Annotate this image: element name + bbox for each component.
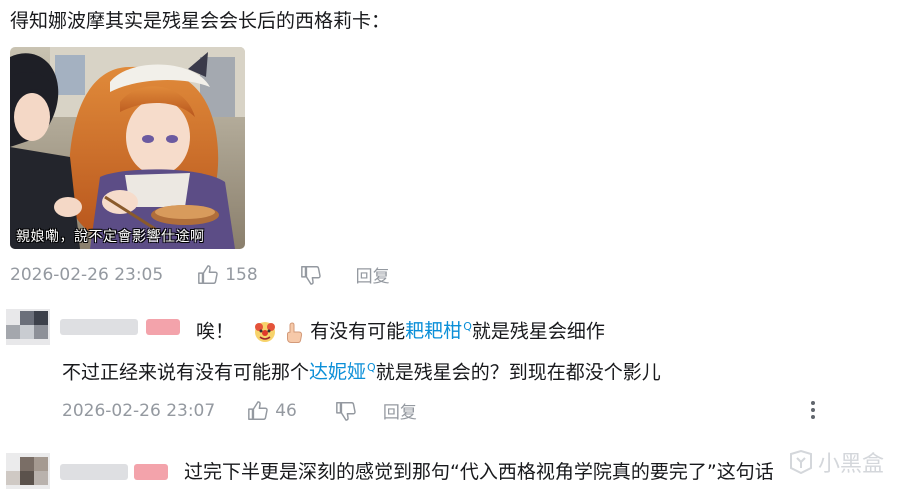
heybox-logo-icon [790,450,812,474]
comment-line-2: 不过正经来说有没有可能那个达妮娅Q就是残星会的？到现在都没个影儿 [62,355,661,385]
post-meta-row: 2026-02-26 23:05 158 回复 [10,262,390,288]
user-badge-blurred [146,319,180,335]
dislike-button[interactable] [300,264,328,286]
search-icon: Q [463,320,472,333]
pointing-up-icon [287,322,303,343]
comment-text-part: 有没有可能 [310,320,406,343]
topic-link-babagan[interactable]: 耙耙柑Q [405,320,472,342]
avatar[interactable] [6,309,50,345]
thumbs-up-icon [198,264,218,284]
comment-line-1: 唉！ 有没有可能耙耙柑Q就是残星会细作 [196,314,605,344]
post-image[interactable]: 親娘嘞，說不定會影響仕途啊 [10,47,245,249]
avatar[interactable] [6,453,50,489]
username-blurred[interactable] [60,464,128,480]
reply-button[interactable]: 回复 [356,262,390,287]
comment-date: 2026-02-26 23:07 [62,400,216,421]
like-count: 46 [275,400,297,421]
anime-illustration [10,47,245,249]
clown-face-icon [255,321,276,342]
username-blurred[interactable] [60,319,138,335]
reply-button[interactable]: 回复 [383,398,417,423]
thumbs-up-icon [248,400,268,420]
like-button[interactable]: 46 [247,400,297,422]
topic-link-daniya[interactable]: 达妮娅Q [309,361,376,383]
comment-text-part: 不过正经来说有没有可能那个 [62,361,310,384]
comment-meta-row: 2026-02-26 23:07 46 回复 [62,398,417,424]
image-caption: 親娘嘞，說不定會影響仕途啊 [16,229,205,245]
post-date: 2026-02-26 23:05 [10,264,164,285]
thumbs-down-icon [300,265,321,285]
comment-text-part: 就是残星会细作 [471,320,605,343]
post-text: 得知娜波摩其实是残星会会长后的西格莉卡： [10,10,391,32]
dislike-button[interactable] [335,400,363,422]
watermark: 小黑盒 [788,446,884,478]
thumbs-down-icon [335,401,356,421]
more-options-icon[interactable] [806,398,820,422]
like-button[interactable]: 158 [197,264,258,286]
user-badge-blurred [134,464,168,480]
like-count: 158 [225,264,258,285]
search-icon: Q [367,361,376,374]
comment-exclamation: 唉！ [196,320,235,343]
comment-text-part: 就是残星会的？到现在都没个影儿 [375,361,661,384]
comment-text: 过完下半更是深刻的感觉到那句“代入西格视角学院真的要完了”这句话 [184,461,774,483]
